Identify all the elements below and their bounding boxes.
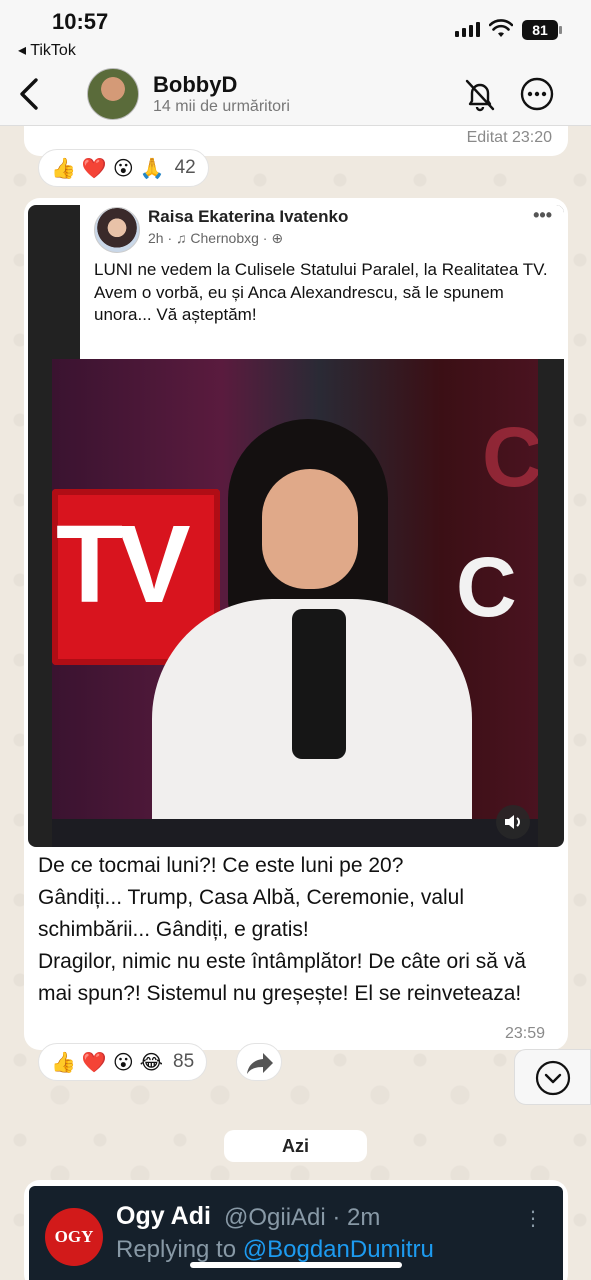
forward-arrow-icon: [247, 1053, 273, 1074]
background-logo-text: C: [482, 410, 538, 504]
follower-count: 14 mii de urmăritori: [153, 98, 290, 115]
studio-photo: C TV C: [52, 359, 538, 847]
back-arrow-icon[interactable]: [14, 76, 44, 112]
chevron-down-icon: [535, 1060, 571, 1096]
reaction-count: 42: [174, 157, 196, 178]
message-timestamp: 23:59: [505, 1025, 546, 1042]
reaction-emoji[interactable]: ❤️: [82, 156, 107, 181]
post-reactions-bar[interactable]: 👍 ❤️ 😮 😂 85: [38, 1043, 208, 1081]
tv-sign-text: TV: [56, 503, 191, 626]
date-separator: Azi: [224, 1130, 367, 1162]
facebook-post-card: Raisa Ekaterina Ivatenko 2h · ♫ Chernobx…: [80, 205, 564, 359]
reaction-emoji[interactable]: ❤️: [82, 1050, 107, 1075]
fb-post-text: LUNI ne vedem la Culisele Statului Paral…: [94, 260, 548, 324]
reply-mention-link: @BogdanDumitru: [242, 1236, 434, 1263]
mute-bell-icon[interactable]: [460, 74, 500, 114]
reply-prefix: Replying to: [116, 1236, 243, 1263]
battery-indicator: 81: [522, 20, 562, 40]
channel-avatar[interactable]: [87, 68, 139, 120]
tweet-reply-line: Replying to @BogdanDumitru: [116, 1236, 434, 1264]
caption-line: Gândiți... Trump, Casa Albă, Ceremonie, …: [38, 886, 465, 941]
reaction-emoji[interactable]: 🙏: [140, 156, 165, 181]
forward-button[interactable]: [236, 1043, 282, 1081]
person-top: [292, 609, 346, 759]
fb-author-name: Raisa Ekaterina Ivatenko: [148, 207, 349, 226]
reaction-emoji[interactable]: 😮: [113, 1050, 134, 1075]
scroll-to-bottom-button[interactable]: [514, 1049, 591, 1105]
previous-reactions-bar[interactable]: 👍 ❤️ 😮 🙏 42: [38, 149, 209, 187]
fb-more-icon: •••: [533, 205, 552, 225]
reaction-count: 85: [173, 1051, 195, 1072]
tweet-author-name: Ogy Adi: [116, 1202, 211, 1230]
tweet-menu-icon: ⋮: [523, 1208, 543, 1230]
wifi-icon: [489, 19, 513, 37]
fb-author-avatar: [94, 207, 140, 253]
background-logo-text: C: [456, 540, 517, 634]
tweet-author-handle: @OgiiAdi · 2m: [224, 1204, 381, 1231]
edited-timestamp: Editat 23:20: [466, 129, 552, 146]
channel-header: 10:57 ◂ TikTok 81 BobbyD 14 mii de urmăr…: [0, 0, 591, 126]
more-options-icon[interactable]: [519, 76, 555, 112]
cellular-signal-icon: [455, 22, 480, 37]
reaction-emoji[interactable]: 👍: [51, 1050, 76, 1075]
caption-line: De ce tocmai luni?! Ce este luni pe 20?: [38, 854, 404, 877]
person-face: [262, 469, 358, 589]
back-to-app-link[interactable]: ◂ TikTok: [18, 40, 76, 60]
home-indicator: [190, 1262, 402, 1268]
tweet-author-avatar: OGY: [45, 1208, 103, 1266]
speaker-icon[interactable]: [496, 805, 530, 839]
reaction-emoji[interactable]: 😂: [140, 1050, 163, 1075]
post-image[interactable]: Raisa Ekaterina Ivatenko 2h · ♫ Chernobx…: [28, 205, 564, 847]
studio-desk: [52, 819, 538, 847]
channel-name[interactable]: BobbyD: [153, 72, 237, 98]
post-caption: De ce tocmai luni?! Ce este luni pe 20? …: [38, 850, 558, 1010]
reaction-emoji[interactable]: 😮: [113, 156, 134, 181]
fb-post-meta: 2h · ♫ Chernobxg · ⊕: [148, 230, 284, 246]
status-time: 10:57: [52, 9, 109, 34]
caption-line: Dragilor, nimic nu este întâmplător! De …: [38, 950, 526, 1005]
reaction-emoji[interactable]: 👍: [51, 156, 76, 181]
